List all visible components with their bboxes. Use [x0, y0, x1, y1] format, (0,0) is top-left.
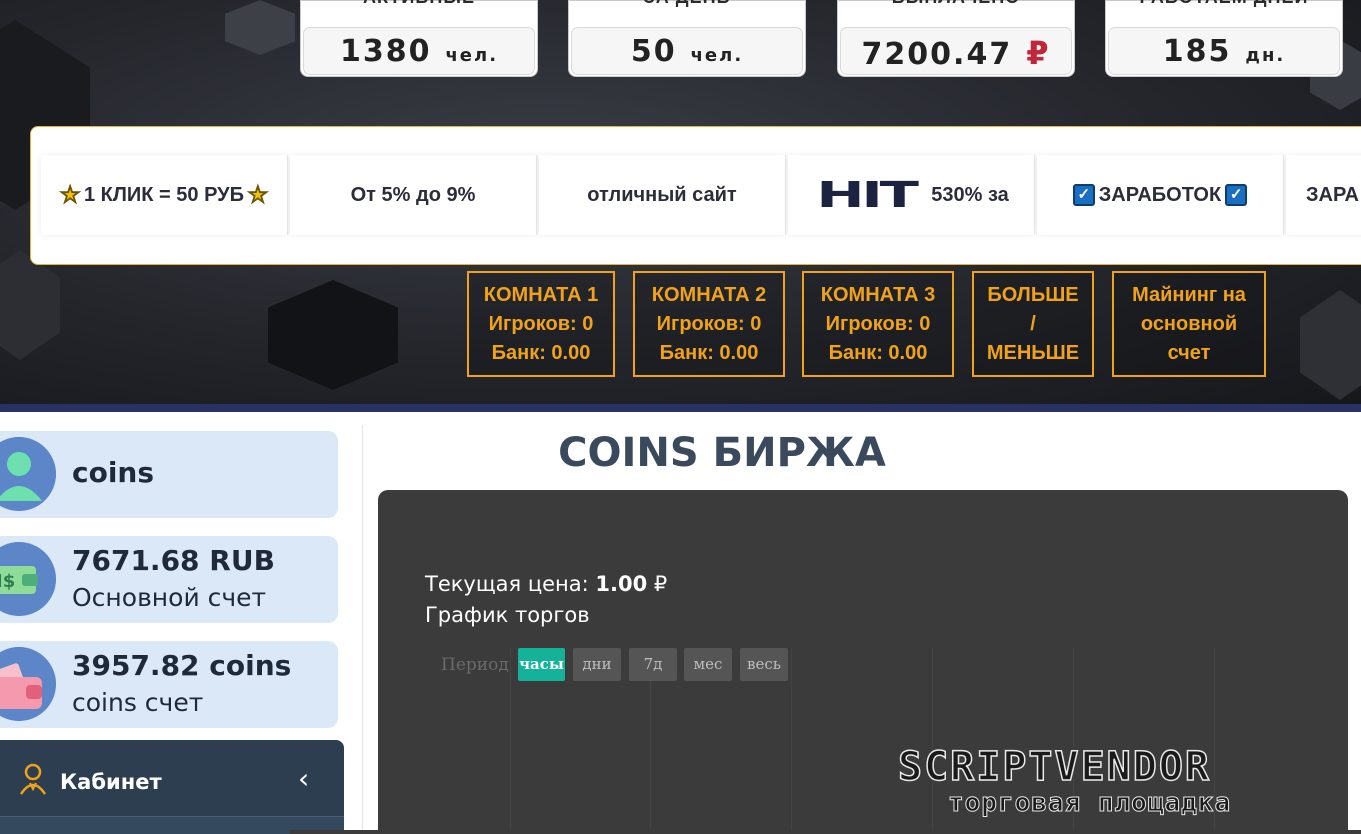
room-title: КОМНАТА 3	[820, 283, 936, 306]
ticker-item[interactable]: От 5% до 9%	[290, 155, 537, 235]
ticker-text: 1 КЛИК = 50 РУБ	[84, 183, 244, 206]
stat-unit: чел.	[445, 45, 499, 66]
room-3-button[interactable]: КОМНАТА 3 Игроков: 0 Банк: 0.00	[802, 271, 954, 377]
decorative-cube	[0, 250, 60, 360]
room-1-button[interactable]: КОМНАТА 1 Игроков: 0 Банк: 0.00	[467, 271, 615, 377]
menu-cabinet-label: Кабинет	[60, 770, 162, 794]
period-days-button[interactable]: дни	[573, 648, 621, 681]
stat-value: 185	[1162, 34, 1232, 69]
coins-balance-card[interactable]: 3957.82 coins coins счет	[0, 641, 338, 728]
ticker-item[interactable]: HIT 530% за	[788, 155, 1035, 235]
watermark-brand: SCRIPTVENDOR	[897, 743, 1211, 791]
mining-title: счет	[1167, 341, 1211, 364]
user-avatar-icon	[0, 437, 56, 511]
user-card[interactable]: coins	[0, 431, 338, 518]
main-balance-amount: 7671.68 RUB	[72, 544, 275, 577]
stat-days: РАБОТАЕМ ДНЕЙ 185 дн.	[1105, 0, 1343, 77]
game-title: БОЛЬШЕ	[987, 283, 1079, 306]
room-players: Игроков: 0	[488, 312, 594, 335]
decorative-cube	[268, 280, 398, 390]
ticker-text: От 5% до 9%	[350, 183, 476, 206]
decorative-cube	[225, 0, 295, 55]
period-week-button[interactable]: 7д	[629, 648, 677, 681]
mining-title: основной	[1140, 312, 1238, 335]
room-bank: Банк: 0.00	[491, 341, 591, 364]
hero-divider	[0, 404, 1361, 412]
bottom-strip	[290, 830, 1361, 834]
username: coins	[72, 456, 155, 489]
star-icon: ★	[60, 182, 81, 208]
hero-banner: АКТИВНЫЕ 1380 чел. ЗА ДЕНЬ 50 чел. ВЫПЛА…	[0, 0, 1361, 408]
content-divider	[362, 425, 363, 834]
checkbox-icon: ✓	[1225, 184, 1248, 206]
menu-cabinet[interactable]: Кабинет ‹	[0, 740, 344, 834]
ticker-text: ЗАРА	[1306, 183, 1359, 206]
room-bank: Банк: 0.00	[659, 341, 759, 364]
period-label: Период	[441, 655, 509, 675]
ticker-item[interactable]: отличный сайт	[539, 155, 786, 235]
wallet-icon	[0, 647, 56, 721]
main-balance-label: Основной счет	[72, 583, 267, 612]
room-players: Игроков: 0	[825, 312, 931, 335]
svg-text:I$: I$	[0, 571, 15, 592]
current-price-value: 1.00	[595, 572, 648, 596]
rub-currency-icon: ₽	[1026, 34, 1051, 72]
stat-active: АКТИВНЫЕ 1380 чел.	[300, 0, 538, 77]
game-title: МЕНЬШЕ	[986, 341, 1080, 364]
chevron-left-icon[interactable]: ‹	[298, 762, 309, 795]
room-2-button[interactable]: КОМНАТА 2 Игроков: 0 Банк: 0.00	[633, 271, 785, 377]
stat-value: 7200.47	[861, 37, 1013, 72]
page-title: COINS БИРЖА	[558, 430, 886, 476]
current-price: Текущая цена: 1.00 ₽	[425, 572, 667, 596]
mining-button[interactable]: Майнинг на основной счет	[1112, 271, 1266, 377]
more-less-game-button[interactable]: БОЛЬШЕ / МЕНЬШЕ	[972, 271, 1094, 377]
stat-label: РАБОТАЕМ ДНЕЙ	[1106, 0, 1342, 8]
room-title: КОМНАТА 1	[483, 283, 599, 306]
mining-title: Майнинг на	[1132, 283, 1246, 306]
stat-today: ЗА ДЕНЬ 50 чел.	[568, 0, 806, 77]
stat-label: ЗА ДЕНЬ	[569, 0, 805, 8]
period-hours-button[interactable]: часы	[518, 648, 565, 681]
ticker-text: отличный сайт	[587, 183, 737, 206]
stat-unit: дн.	[1245, 45, 1286, 66]
scriptvendor-watermark: SCRIPTVENDOR торговая площадка	[897, 743, 1344, 824]
ticker-item[interactable]: ✓ ЗАРАБОТОК ✓	[1037, 155, 1284, 235]
star-icon: ★	[248, 182, 269, 208]
currency-rub-icon: ₽	[653, 572, 668, 596]
ticker-text: 530% за	[931, 183, 1009, 206]
stat-label: ВЫПЛАЧЕНО	[838, 0, 1074, 8]
ticker-text: ЗАРАБОТОК	[1098, 183, 1222, 206]
money-wallet-icon: I$	[0, 542, 56, 616]
stat-paid: ВЫПЛАЧЕНО 7200.47 ₽	[837, 0, 1075, 77]
chart-gridline	[791, 648, 792, 834]
checkbox-icon: ✓	[1072, 184, 1095, 206]
decorative-cube	[1300, 290, 1361, 400]
ad-ticker: ★ 1 КЛИК = 50 РУБ ★ От 5% до 9% отличный…	[30, 126, 1361, 265]
stat-unit: чел.	[690, 45, 744, 66]
main-balance-card[interactable]: I$ 7671.68 RUB Основной счет	[0, 536, 338, 623]
user-cabinet-icon	[18, 762, 48, 800]
stat-label: АКТИВНЫЕ	[301, 0, 537, 8]
period-month-button[interactable]: мес	[684, 648, 732, 681]
ticker-item[interactable]: ★ 1 КЛИК = 50 РУБ ★	[41, 155, 288, 235]
game-title: /	[1030, 312, 1036, 335]
room-title: КОМНАТА 2	[651, 283, 767, 306]
coins-balance-amount: 3957.82 coins	[72, 649, 292, 682]
stat-value: 1380	[339, 34, 432, 69]
chart-gridline	[510, 648, 511, 834]
stat-value: 50	[630, 34, 677, 69]
chart-title: График торгов	[425, 603, 590, 627]
watermark-tagline: торговая площадка	[947, 788, 1232, 819]
room-bank: Банк: 0.00	[828, 341, 928, 364]
period-all-button[interactable]: весь	[740, 648, 788, 681]
ticker-item[interactable]: ЗАРА	[1286, 155, 1361, 235]
coins-balance-label: coins счет	[72, 688, 204, 717]
current-price-label: Текущая цена:	[425, 572, 589, 596]
room-players: Игроков: 0	[656, 312, 762, 335]
hit-badge: HIT	[816, 174, 920, 216]
